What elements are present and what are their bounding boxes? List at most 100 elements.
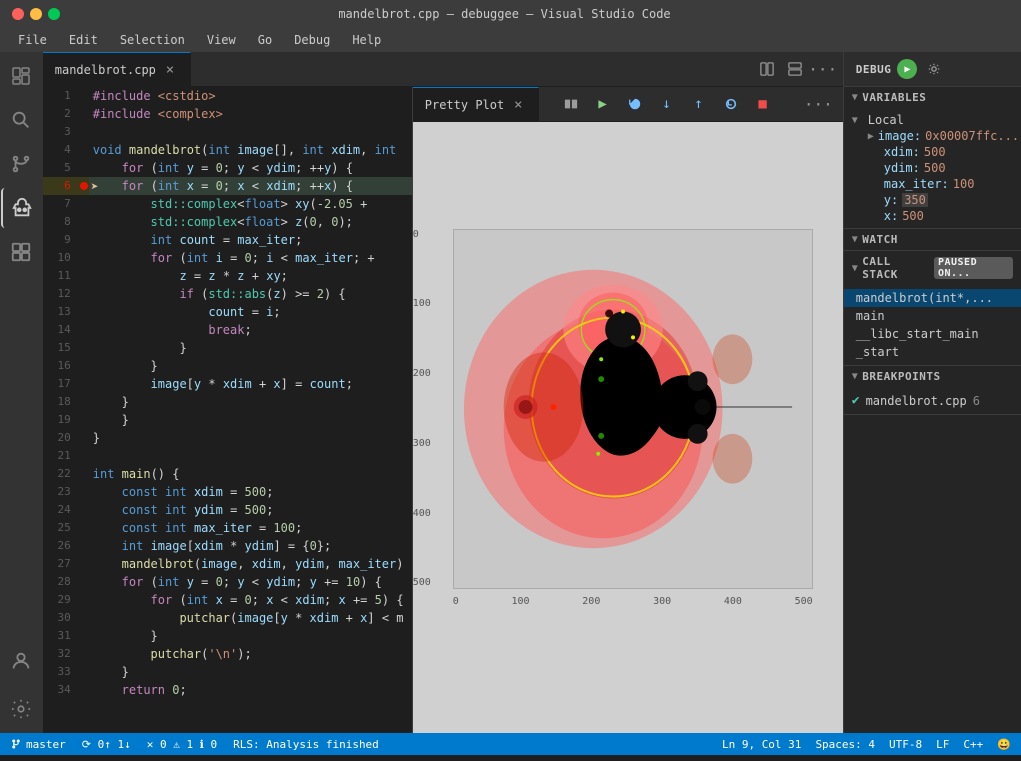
menu-file[interactable]: File	[8, 31, 57, 49]
debug-settings-button[interactable]	[923, 58, 945, 80]
menu-view[interactable]: View	[197, 31, 246, 49]
code-line-34: 34 return 0;	[43, 681, 412, 699]
code-line-22: 22 int main() {	[43, 465, 412, 483]
status-sync[interactable]: ⟳ 0↑ 1↓	[82, 738, 131, 751]
restart-button[interactable]	[717, 90, 745, 118]
variables-content: ▼ Local ▶ image: 0x00007ffc... xdim: 500…	[844, 108, 1021, 228]
tab-actions: ···	[755, 52, 843, 86]
menu-debug[interactable]: Debug	[284, 31, 340, 49]
tab-close-mandelbrot[interactable]: ×	[162, 62, 178, 78]
status-position[interactable]: Ln 9, Col 31	[722, 738, 801, 751]
more-actions-button[interactable]: ···	[811, 57, 835, 81]
y-label-100: 100	[413, 298, 431, 309]
status-language[interactable]: C++	[963, 738, 983, 751]
call-row-0[interactable]: mandelbrot(int*,...	[844, 289, 1021, 307]
menu-selection[interactable]: Selection	[110, 31, 195, 49]
stop-button[interactable]: ■	[749, 90, 777, 118]
step-over-button[interactable]	[621, 90, 649, 118]
code-line-33: 33 }	[43, 663, 412, 681]
var-name-xdim: xdim:	[884, 145, 920, 159]
call-row-3[interactable]: _start	[844, 343, 1021, 361]
menubar: File Edit Selection View Go Debug Help	[0, 28, 1021, 52]
y-label-200: 200	[413, 368, 431, 379]
y-label-0: 0	[413, 229, 431, 240]
local-label: Local	[868, 113, 904, 127]
tab-pretty-plot[interactable]: Pretty Plot ×	[413, 87, 539, 121]
maximize-button[interactable]	[48, 8, 60, 20]
feedback-emoji: 😀	[997, 738, 1011, 751]
account-icon[interactable]	[1, 641, 41, 681]
plot-tab-label: Pretty Plot	[425, 98, 504, 112]
var-val-image: 0x00007ffc...	[925, 129, 1019, 143]
variables-header[interactable]: ▼ VARIABLES	[844, 87, 1021, 108]
code-line-8: 8 std::complex<float> z(0, 0);	[43, 213, 412, 231]
settings-icon[interactable]	[1, 689, 41, 729]
watch-title: WATCH	[862, 233, 898, 246]
bp-filename-0: mandelbrot.cpp	[866, 394, 967, 408]
debug-icon[interactable]	[1, 188, 41, 228]
variables-title: VARIABLES	[862, 91, 926, 104]
code-line-29: 29 for (int x = 0; x < xdim; x += 5) {	[43, 591, 412, 609]
editor-tabbar: mandelbrot.cpp × ···	[43, 52, 843, 87]
code-line-24: 24 const int ydim = 500;	[43, 501, 412, 519]
call-stack-header[interactable]: ▼ CALL STACK PAUSED ON...	[844, 251, 1021, 285]
status-branch[interactable]: master	[10, 738, 66, 751]
menu-help[interactable]: Help	[342, 31, 391, 49]
continue-button[interactable]: ▶	[589, 90, 617, 118]
minimize-button[interactable]	[30, 8, 42, 20]
code-line-9: 9 int count = max_iter;	[43, 231, 412, 249]
step-out-button[interactable]: ↑	[685, 90, 713, 118]
status-line-ending[interactable]: LF	[936, 738, 949, 751]
extensions-icon[interactable]	[1, 232, 41, 272]
code-line-5: 5 for (int y = 0; y < ydim; ++y) {	[43, 159, 412, 177]
source-control-icon[interactable]	[1, 144, 41, 184]
window-controls	[12, 8, 60, 20]
menu-edit[interactable]: Edit	[59, 31, 108, 49]
breakpoints-header[interactable]: ▼ BREAKPOINTS	[844, 366, 1021, 387]
var-ydim[interactable]: ydim: 500	[844, 160, 1021, 176]
bp-checkbox-0[interactable]: ✔	[852, 393, 860, 408]
branch-name: master	[26, 738, 66, 751]
image-expand-arrow: ▶	[868, 131, 874, 142]
call-row-1[interactable]: main	[844, 307, 1021, 325]
status-rls[interactable]: RLS: Analysis finished	[233, 738, 379, 751]
call-row-2[interactable]: __libc_start_main	[844, 325, 1021, 343]
y-label-500: 500	[413, 577, 431, 588]
var-max-iter[interactable]: max_iter: 100	[844, 176, 1021, 192]
var-x[interactable]: x: 500	[844, 208, 1021, 224]
y-label-400: 400	[413, 508, 431, 519]
explorer-icon[interactable]	[1, 56, 41, 96]
watch-header[interactable]: ▼ WATCH	[844, 229, 1021, 250]
status-errors[interactable]: ✕ 0 ⚠ 1 ℹ 0	[147, 738, 217, 751]
local-group-header[interactable]: ▼ Local	[844, 112, 1021, 128]
step-into-button[interactable]: ↓	[653, 90, 681, 118]
watch-section: ▼ WATCH	[844, 229, 1021, 251]
plot-tab-close[interactable]: ×	[510, 97, 526, 113]
language-mode: C++	[963, 738, 983, 751]
debug-more-actions[interactable]: ···	[794, 87, 843, 121]
code-editor[interactable]: 1 #include <cstdio> 2 #include <complex>…	[43, 87, 413, 733]
search-icon[interactable]	[1, 100, 41, 140]
breakpoint-row-0[interactable]: ✔ mandelbrot.cpp 6	[844, 391, 1021, 410]
tab-mandelbrot[interactable]: mandelbrot.cpp ×	[43, 52, 191, 86]
menu-go[interactable]: Go	[248, 31, 282, 49]
code-line-2: 2 #include <complex>	[43, 105, 412, 123]
split-editor-button[interactable]	[755, 57, 779, 81]
plot-panel: Pretty Plot × ▶ ↓ ↑	[413, 87, 843, 733]
cursor-position: Ln 9, Col 31	[722, 738, 801, 751]
var-image[interactable]: ▶ image: 0x00007ffc...	[844, 128, 1021, 144]
code-line-20: 20 }	[43, 429, 412, 447]
x-label-200: 200	[582, 596, 600, 607]
var-y[interactable]: y: 350	[844, 192, 1021, 208]
status-emoji[interactable]: 😀	[997, 738, 1011, 751]
var-name-image: image:	[878, 129, 921, 143]
var-xdim[interactable]: xdim: 500	[844, 144, 1021, 160]
status-spaces[interactable]: Spaces: 4	[815, 738, 875, 751]
status-encoding[interactable]: UTF-8	[889, 738, 922, 751]
debug-run-button[interactable]: ▶	[897, 59, 917, 79]
code-line-26: 26 int image[xdim * ydim] = {0};	[43, 537, 412, 555]
toggle-panels-button[interactable]	[557, 90, 585, 118]
plot-tabbar: Pretty Plot × ▶ ↓ ↑	[413, 87, 843, 122]
editor-layout-button[interactable]	[783, 57, 807, 81]
close-button[interactable]	[12, 8, 24, 20]
